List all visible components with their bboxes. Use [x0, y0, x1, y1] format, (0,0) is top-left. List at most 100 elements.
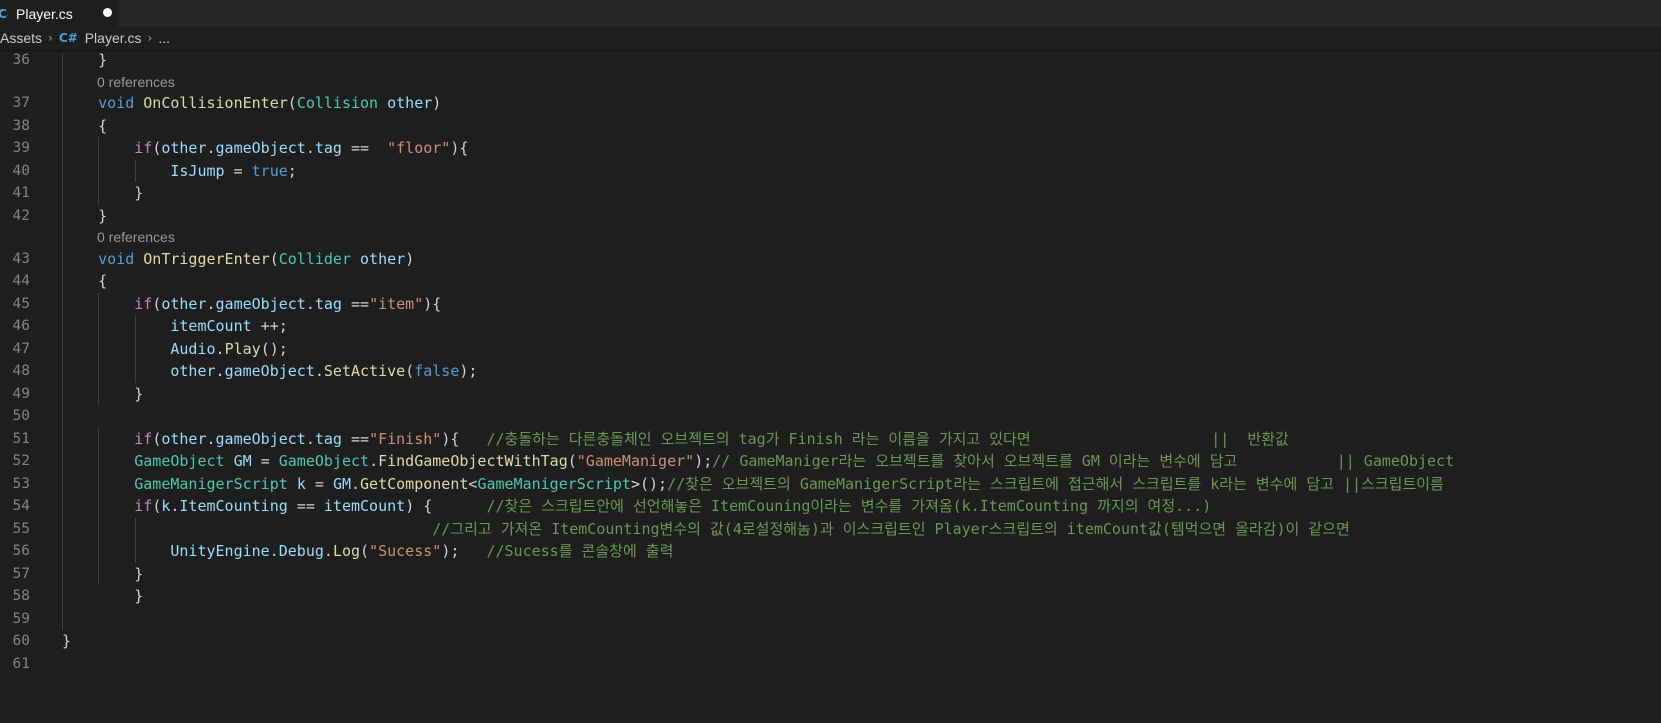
- code-token: void: [98, 249, 135, 268]
- code-text: }: [62, 182, 143, 205]
- indent-guide: [62, 540, 63, 563]
- line-number: 58: [12, 588, 30, 604]
- indent-guide: [98, 337, 99, 360]
- code-token: .: [206, 139, 216, 157]
- code-token: }: [62, 632, 72, 650]
- breadcrumb-file[interactable]: Player.cs: [85, 30, 142, 46]
- line-number: 44: [12, 273, 30, 289]
- code-text: }: [62, 383, 143, 406]
- chevron-right-icon: ›: [48, 31, 53, 45]
- indent-guide: [98, 472, 99, 495]
- code-token: other: [170, 362, 216, 380]
- code-line: 60}: [0, 630, 1661, 653]
- indent-guide: [62, 137, 63, 160]
- code-line: 47 Audio.Play();: [0, 337, 1661, 360]
- code-text: }: [62, 205, 107, 228]
- code-token: Collider: [278, 249, 351, 268]
- code-text: if(other.gameObject.tag =="Finish"){ //충…: [62, 428, 1289, 451]
- code-editor[interactable]: 36 } 0 references 37 void OnCollisionEnter…: [0, 53, 1661, 720]
- code-token: //찾은 스크립트안에 선언해놓은 ItemCouning이라는 변수를 가져옴…: [486, 497, 1212, 515]
- indent-guide: [98, 427, 99, 450]
- code-token: .: [351, 474, 361, 493]
- code-token: GameManigerScript: [477, 474, 631, 493]
- code-line: 42 }: [0, 204, 1661, 228]
- indent-guide: [98, 540, 99, 563]
- code-token: "Finish": [369, 429, 442, 448]
- code-token: tag: [314, 139, 342, 157]
- code-text: void OnCollisionEnter(Collision other): [62, 92, 441, 115]
- breadcrumb-more[interactable]: ...: [158, 30, 170, 46]
- tab-player-cs[interactable]: C# Player.cs: [0, 0, 118, 27]
- indent-guide: [62, 182, 63, 205]
- line-number: 47: [12, 340, 30, 357]
- code-token: other: [360, 249, 406, 268]
- code-token: other: [161, 294, 207, 313]
- code-token: );: [694, 452, 713, 470]
- code-line: 49 }: [0, 382, 1661, 406]
- line-number: 54: [12, 498, 30, 514]
- line-number: 36: [12, 53, 30, 68]
- code-token: FindGameObjectWithTag: [378, 452, 568, 470]
- code-text: UnityEngine.Debug.Log("Sucess"); //Suces…: [62, 540, 673, 563]
- code-token: .: [305, 139, 315, 157]
- code-token: (: [152, 497, 162, 515]
- code-token: Log: [332, 542, 361, 560]
- codelens-references[interactable]: 0 references: [0, 227, 1661, 248]
- line-number: 42: [12, 207, 30, 224]
- line-number: 48: [12, 363, 30, 379]
- code-token: .: [215, 362, 225, 380]
- unsaved-dot-icon[interactable]: [103, 8, 112, 17]
- indent-guide: [98, 382, 99, 405]
- code-token: ==: [341, 429, 370, 448]
- code-token: ++;: [251, 317, 288, 335]
- code-token: IsJump: [170, 161, 225, 180]
- indent-guide: [62, 450, 63, 473]
- indent-guide: [62, 270, 63, 293]
- line-number: 40: [12, 162, 30, 179]
- code-token: =: [251, 452, 279, 470]
- code-token: true: [251, 161, 288, 180]
- code-token: ItemCounting: [179, 497, 288, 515]
- indent-guide: [62, 585, 63, 608]
- code-token: "item": [369, 294, 424, 313]
- code-line: 40 IsJump = true;: [0, 159, 1661, 182]
- code-token: UnityEngine: [170, 542, 270, 560]
- indent-guide: [98, 292, 99, 315]
- code-token: {: [62, 116, 108, 135]
- line-number: 39: [12, 140, 30, 156]
- breadcrumb-folder[interactable]: Assets: [0, 30, 42, 46]
- code-token: SetActive: [323, 362, 406, 380]
- code-token: =: [305, 474, 333, 493]
- codelens-references[interactable]: 0 references: [0, 71, 1661, 92]
- code-lines[interactable]: 36 } 0 references 37 void OnCollisionEnter…: [0, 53, 1661, 675]
- code-token: ){: [450, 139, 469, 157]
- code-token: );: [459, 362, 478, 380]
- indent-guide: [135, 540, 136, 563]
- line-number: 52: [12, 453, 30, 469]
- indent-guide: [135, 337, 136, 360]
- indent-guide: [62, 227, 63, 248]
- code-token: tag: [314, 294, 342, 313]
- code-text: {: [62, 115, 107, 138]
- code-token: .: [206, 429, 216, 448]
- line-number: 60: [12, 633, 30, 649]
- code-line: 53 GameManigerScript k = GM.GetComponent…: [0, 472, 1661, 495]
- tab-label: Player.cs: [16, 5, 73, 22]
- code-line: 50: [0, 405, 1661, 428]
- line-number: 45: [12, 295, 30, 312]
- code-token: ): [432, 94, 442, 112]
- code-token: .: [215, 339, 225, 358]
- indent-guide: [62, 382, 63, 405]
- indent-guide: [62, 405, 63, 428]
- code-token: }: [62, 53, 108, 69]
- csharp-file-icon: C#: [58, 31, 78, 45]
- line-number: 38: [12, 117, 30, 134]
- code-token: gameObject: [215, 429, 306, 448]
